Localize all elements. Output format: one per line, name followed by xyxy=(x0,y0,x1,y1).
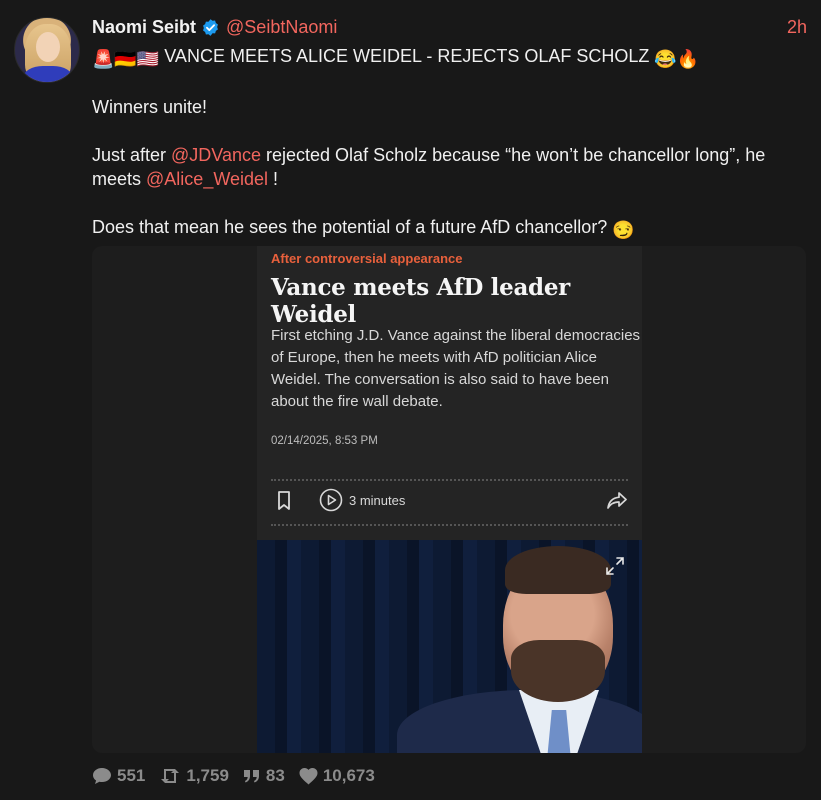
avatar-face xyxy=(36,32,60,62)
reply-icon xyxy=(93,768,111,784)
article-divider-2 xyxy=(271,524,628,526)
repost-count-value: 1,759 xyxy=(186,766,229,785)
post-body: 🚨🇩🇪🇺🇸 VANCE MEETS ALICE WEIDEL - REJECTS… xyxy=(92,44,807,266)
article-toolbar: 3 minutes xyxy=(271,488,628,516)
author-name[interactable]: Naomi Seibt xyxy=(92,17,196,38)
article-summary: First etching J.D. Vance against the lib… xyxy=(271,327,641,410)
article-divider xyxy=(271,479,628,481)
alarm-flags-emoji: 🚨🇩🇪🇺🇸 xyxy=(92,49,160,69)
photo-hair xyxy=(505,546,611,594)
post-line-2-pre: Just after xyxy=(92,145,172,165)
reply-count-value: 551 xyxy=(117,766,146,785)
post-line-2-end: ! xyxy=(268,169,279,189)
photo-suit xyxy=(397,690,642,753)
author-handle[interactable]: @SeibtNaomi xyxy=(226,17,337,38)
smirk-emoji: 😏 xyxy=(612,220,635,240)
article-photo xyxy=(257,540,642,753)
expand-icon xyxy=(605,556,625,581)
quote-count-value: 83 xyxy=(265,766,285,785)
post-headline: 🚨🇩🇪🇺🇸 VANCE MEETS ALICE WEIDEL - REJECTS… xyxy=(92,44,807,71)
verified-icon xyxy=(201,18,220,37)
article-headline: Vance meets AfD leader Weidel xyxy=(271,274,570,328)
repost-count[interactable]: 1,759 xyxy=(159,766,229,786)
laugh-fire-emoji: 😂🔥 xyxy=(654,49,700,69)
avatar-shirt xyxy=(23,66,73,82)
article-kicker: After controversial appearance xyxy=(271,251,463,266)
article-date: 02/14/2025, 8:53 PM xyxy=(271,435,378,447)
post-line-3: Does that mean he sees the potential of … xyxy=(92,215,807,242)
quote-count[interactable]: 83 xyxy=(243,766,285,786)
post-headline-text: VANCE MEETS ALICE WEIDEL - REJECTS OLAF … xyxy=(164,46,650,66)
article-screenshot: After controversial appearance Vance mee… xyxy=(257,246,642,753)
post-media[interactable]: After controversial appearance Vance mee… xyxy=(92,246,806,753)
heart-icon xyxy=(299,767,318,784)
bookmark-icon xyxy=(277,491,291,516)
like-count-value: 10,673 xyxy=(322,766,375,785)
audio-play: 3 minutes xyxy=(319,488,405,512)
post-header: Naomi Seibt @SeibtNaomi 2h xyxy=(92,15,807,39)
quote-icon xyxy=(243,770,259,783)
like-count[interactable]: 10,673 xyxy=(299,766,375,786)
play-icon xyxy=(319,488,343,512)
post-line-1: Winners unite! xyxy=(92,97,208,117)
mention-alice-weidel[interactable]: @Alice_Weidel xyxy=(146,169,268,189)
repost-icon xyxy=(161,769,180,783)
post-timestamp[interactable]: 2h xyxy=(787,17,807,38)
avatar[interactable] xyxy=(14,17,80,83)
engagement-bar: 551 1,759 83 10,673 xyxy=(92,764,389,788)
reply-count[interactable]: 551 xyxy=(92,766,145,786)
post-line-2: Just after @JDVance rejected Olaf Scholz… xyxy=(92,143,807,191)
read-time: 3 minutes xyxy=(349,492,406,508)
mention-jdvance[interactable]: @JDVance xyxy=(171,145,261,165)
photo-beard xyxy=(511,640,605,702)
post-line-3-text: Does that mean he sees the potential of … xyxy=(92,217,608,237)
share-icon xyxy=(606,491,628,516)
